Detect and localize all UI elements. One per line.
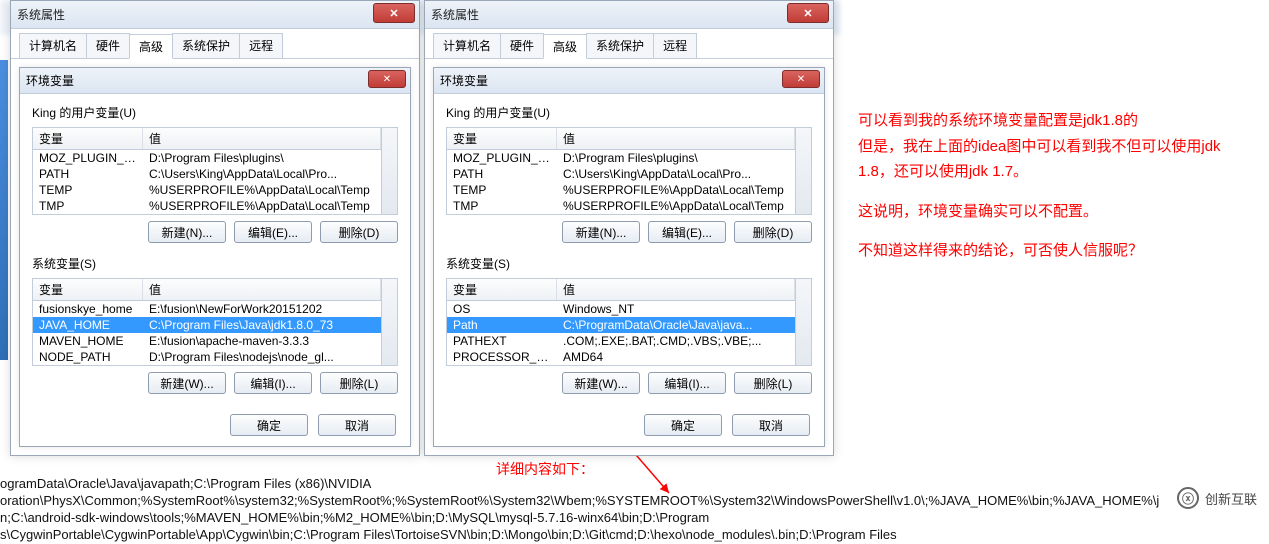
delete-user-var-button[interactable]: 删除(D)	[320, 221, 398, 243]
logo-text: 创新互联	[1205, 489, 1257, 508]
sysprops-dialog-left: 系统属性 ✕ 计算机名 硬件 高级 系统保护 远程 环境变量 ✕ King 的用…	[10, 0, 420, 456]
new-sys-var-button[interactable]: 新建(W)...	[562, 372, 640, 394]
edit-sys-var-button[interactable]: 编辑(I)...	[234, 372, 312, 394]
list-row[interactable]: TMP%USERPROFILE%\AppData\Local\Temp	[447, 198, 795, 214]
ok-button[interactable]: 确定	[230, 414, 308, 436]
envvars-dialog-right: 环境变量 ✕ King 的用户变量(U) 变量 值 MOZ_PLUGIN_PAT…	[433, 67, 825, 447]
delete-user-var-button[interactable]: 删除(D)	[734, 221, 812, 243]
scrollbar[interactable]	[795, 128, 811, 214]
path-line: s\CygwinPortable\CygwinPortable\App\Cygw…	[0, 527, 1269, 544]
list-row[interactable]: TEMP%USERPROFILE%\AppData\Local\Temp	[447, 182, 795, 198]
col-var[interactable]: 变量	[447, 279, 557, 300]
delete-sys-var-button[interactable]: 删除(L)	[734, 372, 812, 394]
tab-remote[interactable]: 远程	[653, 33, 697, 58]
envvars-titlebar[interactable]: 环境变量 ✕	[434, 68, 824, 94]
list-row[interactable]: PATHEXT.COM;.EXE;.BAT;.CMD;.VBS;.VBE;...	[447, 333, 795, 349]
close-icon: ✕	[383, 74, 391, 85]
tab-hardware[interactable]: 硬件	[500, 33, 544, 58]
sysprops-tabs: 计算机名 硬件 高级 系统保护 远程	[11, 29, 419, 59]
list-row[interactable]: TEMP%USERPROFILE%\AppData\Local\Temp	[33, 182, 381, 198]
tab-advanced[interactable]: 高级	[543, 34, 587, 59]
scrollbar[interactable]	[381, 279, 397, 365]
list-row[interactable]: PATHC:\Users\King\AppData\Local\Pro...	[447, 166, 795, 182]
new-sys-var-button[interactable]: 新建(W)...	[148, 372, 226, 394]
close-button[interactable]: ✕	[373, 3, 415, 23]
tab-computername[interactable]: 计算机名	[433, 33, 501, 58]
tab-hardware[interactable]: 硬件	[86, 33, 130, 58]
envvars-titlebar[interactable]: 环境变量 ✕	[20, 68, 410, 94]
list-row[interactable]: PROCESSOR_AR...AMD64	[447, 349, 795, 365]
sysprops-titlebar[interactable]: 系统属性 ✕	[11, 1, 419, 29]
list-row[interactable]: fusionskye_homeE:\fusion\NewForWork20151…	[33, 301, 381, 317]
col-var[interactable]: 变量	[33, 279, 143, 300]
delete-sys-var-button[interactable]: 删除(L)	[320, 372, 398, 394]
tab-advanced[interactable]: 高级	[129, 34, 173, 59]
edit-sys-var-button[interactable]: 编辑(I)...	[648, 372, 726, 394]
sysprops-title: 系统属性	[17, 6, 65, 23]
scrollbar[interactable]	[381, 128, 397, 214]
tab-sysprotect[interactable]: 系统保护	[172, 33, 240, 58]
path-line: n;C:\android-sdk-windows\tools;%MAVEN_HO…	[0, 510, 1269, 527]
envvars-title: 环境变量	[26, 72, 74, 89]
col-val[interactable]: 值	[557, 128, 795, 149]
tab-computername[interactable]: 计算机名	[19, 33, 87, 58]
path-text-block: ogramData\Oracle\Java\javapath;C:\Progra…	[0, 476, 1269, 544]
cancel-button[interactable]: 取消	[318, 414, 396, 436]
close-icon: ✕	[389, 7, 398, 20]
new-user-var-button[interactable]: 新建(N)...	[148, 221, 226, 243]
sysprops-tabs: 计算机名 硬件 高级 系统保护 远程	[425, 29, 833, 59]
list-row[interactable]: MAVEN_HOMEE:\fusion\apache-maven-3.3.3	[33, 333, 381, 349]
edit-user-var-button[interactable]: 编辑(E)...	[234, 221, 312, 243]
sysprops-title: 系统属性	[431, 6, 479, 23]
edit-user-var-button[interactable]: 编辑(E)...	[648, 221, 726, 243]
envvars-title: 环境变量	[440, 72, 488, 89]
col-val[interactable]: 值	[143, 279, 381, 300]
user-vars-label: King 的用户变量(U)	[446, 104, 812, 121]
list-row[interactable]: NODE_PATHD:\Program Files\nodejs\node_gl…	[33, 349, 381, 365]
new-user-var-button[interactable]: 新建(N)...	[562, 221, 640, 243]
col-var[interactable]: 变量	[447, 128, 557, 149]
user-vars-label: King 的用户变量(U)	[32, 104, 398, 121]
logo-icon: ⓧ	[1177, 487, 1199, 509]
list-row-selected[interactable]: JAVA_HOMEC:\Program Files\Java\jdk1.8.0_…	[33, 317, 381, 333]
close-icon: ✕	[803, 7, 812, 20]
watermark-logo: ⓧ 创新互联	[1177, 487, 1257, 509]
sys-vars-label: 系统变量(S)	[446, 255, 812, 272]
user-vars-list[interactable]: 变量 值 MOZ_PLUGIN_PATHD:\Program Files\plu…	[32, 127, 398, 215]
list-row[interactable]: MOZ_PLUGIN_PATHD:\Program Files\plugins\	[33, 150, 381, 166]
sysprops-dialog-right: 系统属性 ✕ 计算机名 硬件 高级 系统保护 远程 环境变量 ✕ King 的用…	[424, 0, 834, 456]
path-line: ogramData\Oracle\Java\javapath;C:\Progra…	[0, 476, 1269, 493]
col-var[interactable]: 变量	[33, 128, 143, 149]
sys-vars-list[interactable]: 变量 值 fusionskye_homeE:\fusion\NewForWork…	[32, 278, 398, 366]
close-icon: ✕	[797, 74, 805, 85]
list-row[interactable]: PATHC:\Users\King\AppData\Local\Pro...	[33, 166, 381, 182]
tab-remote[interactable]: 远程	[239, 33, 283, 58]
list-row[interactable]: OSWindows_NT	[447, 301, 795, 317]
sysprops-titlebar[interactable]: 系统属性 ✕	[425, 1, 833, 29]
list-row-selected[interactable]: PathC:\ProgramData\Oracle\Java\java...	[447, 317, 795, 333]
col-val[interactable]: 值	[557, 279, 795, 300]
close-button[interactable]: ✕	[787, 3, 829, 23]
list-row[interactable]: MOZ_PLUGIN_PATHD:\Program Files\plugins\	[447, 150, 795, 166]
tab-sysprotect[interactable]: 系统保护	[586, 33, 654, 58]
list-row[interactable]: TMP%USERPROFILE%\AppData\Local\Temp	[33, 198, 381, 214]
close-button[interactable]: ✕	[368, 70, 406, 88]
ok-button[interactable]: 确定	[644, 414, 722, 436]
sys-vars-label: 系统变量(S)	[32, 255, 398, 272]
close-button[interactable]: ✕	[782, 70, 820, 88]
cancel-button[interactable]: 取消	[732, 414, 810, 436]
user-vars-list[interactable]: 变量 值 MOZ_PLUGIN_PATHD:\Program Files\plu…	[446, 127, 812, 215]
sys-vars-list[interactable]: 变量 值 OSWindows_NT PathC:\ProgramData\Ora…	[446, 278, 812, 366]
envvars-dialog-left: 环境变量 ✕ King 的用户变量(U) 变量 值 MOZ_PLUGIN_PAT…	[19, 67, 411, 447]
scrollbar[interactable]	[795, 279, 811, 365]
path-line: oration\PhysX\Common;%SystemRoot%\system…	[0, 493, 1269, 510]
col-val[interactable]: 值	[143, 128, 381, 149]
